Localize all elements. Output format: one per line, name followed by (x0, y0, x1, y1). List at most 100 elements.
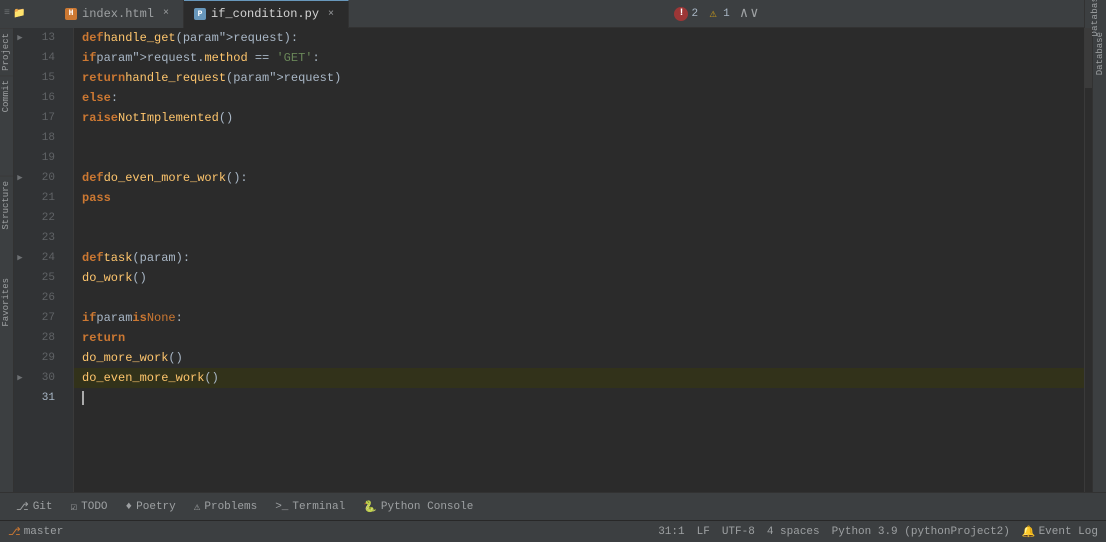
fold-indicator (14, 388, 26, 408)
favorites-tab[interactable]: Favorites (0, 274, 13, 331)
problems-icon: ⚠ (194, 500, 201, 514)
line-ending-status[interactable]: LF (697, 525, 710, 539)
toolbar-tab-python console[interactable]: 🐍Python Console (355, 498, 481, 516)
line-number: 14 (26, 52, 61, 64)
line-number: 25 (26, 272, 61, 284)
gutter-row: 15 (14, 68, 73, 88)
line-number: 30 (26, 372, 61, 384)
fold-indicator (14, 348, 26, 368)
code-line (74, 208, 1084, 228)
code-line: do_more_work() (74, 348, 1084, 368)
code-line: def do_even_more_work(): (74, 168, 1084, 188)
line-number: 28 (26, 332, 61, 344)
interpreter-status[interactable]: Python 3.9 (pythonProject2) (832, 525, 1010, 539)
tab-close-button[interactable]: × (159, 7, 173, 21)
error-icon: ! (674, 7, 688, 21)
indent-status[interactable]: 4 spaces (767, 525, 820, 539)
toolbar-tab-label: Problems (204, 501, 257, 513)
tab-close-button[interactable]: × (324, 7, 338, 21)
cursor-position[interactable]: 31:1 (658, 525, 684, 539)
project-tab[interactable]: Project (0, 28, 13, 75)
warning-count: 1 (723, 8, 730, 20)
code-line (74, 228, 1084, 248)
toolbar-tabs: ⎇Git☑TODO♦Poetry⚠Problems>_Terminal🐍Pyth… (8, 498, 481, 516)
fold-indicator[interactable]: ▶ (14, 28, 26, 48)
error-badge[interactable]: ! 2 (674, 7, 698, 21)
code-area[interactable]: def handle_get(param">request): if param… (74, 28, 1084, 492)
code-line: else: (74, 88, 1084, 108)
toolbar-tab-todo[interactable]: ☑TODO (63, 498, 116, 516)
collapse-icon[interactable]: ≡ (4, 8, 10, 19)
nav-arrows[interactable]: ∧ ∨ (740, 5, 759, 22)
fold-indicator (14, 268, 26, 288)
branch-name: master (24, 526, 64, 538)
line-number: 21 (26, 192, 61, 204)
gutter-row: 26 (14, 288, 73, 308)
commit-tab[interactable]: Commit (0, 75, 13, 116)
fold-indicator (14, 128, 26, 148)
code-lines: def handle_get(param">request): if param… (74, 28, 1084, 408)
line-number: 31 (26, 392, 61, 404)
toolbar-tab-poetry[interactable]: ♦Poetry (118, 498, 184, 516)
up-arrow[interactable]: ∧ (740, 5, 748, 22)
gutter-row: 18 (14, 128, 73, 148)
gutter-row: ▶20 (14, 168, 73, 188)
gutter-row: ▶30 (14, 368, 73, 388)
fold-indicator (14, 228, 26, 248)
toolbar-tab-git[interactable]: ⎇Git (8, 498, 61, 516)
toolbar-tab-terminal[interactable]: >_ Terminal (267, 498, 353, 516)
line-number: 17 (26, 112, 61, 124)
position-text: 31:1 (658, 526, 684, 538)
gutter-row: 16 (14, 88, 73, 108)
terminal-icon: >_ (275, 501, 288, 513)
line-number: 19 (26, 152, 61, 164)
status-right: 31:1 LF UTF-8 4 spaces Python 3.9 (pytho… (658, 525, 1098, 539)
down-arrow[interactable]: ∨ (750, 5, 758, 22)
gutter-row: 25 (14, 268, 73, 288)
toolbar-tab-label: TODO (81, 501, 107, 513)
gutter-row: 23 (14, 228, 73, 248)
database-panel-tab[interactable]: Database (1084, 0, 1106, 28)
minimap[interactable] (1084, 28, 1092, 492)
tab-index.html[interactable]: Hindex.html× (55, 0, 184, 28)
toolbar-tab-problems[interactable]: ⚠Problems (186, 498, 265, 516)
line-number: 26 (26, 292, 61, 304)
warning-badge[interactable]: ⚠ 1 (706, 7, 730, 21)
line-number: 15 (26, 72, 61, 84)
fold-indicator[interactable]: ▶ (14, 168, 26, 188)
branch-status[interactable]: ⎇ master (8, 525, 63, 539)
sidebar-controls: ≡ 📁 (0, 0, 55, 28)
event-log-status[interactable]: 🔔 Event Log (1022, 525, 1098, 539)
fold-indicator[interactable]: ▶ (14, 368, 26, 388)
gutter-row: 22 (14, 208, 73, 228)
code-line: raise NotImplemented() (74, 108, 1084, 128)
fold-indicator[interactable]: ▶ (14, 248, 26, 268)
minimap-thumb (1085, 28, 1092, 88)
error-count: 2 (691, 8, 698, 20)
encoding-status[interactable]: UTF-8 (722, 525, 755, 539)
line-number: 23 (26, 232, 61, 244)
code-line: do_work() (74, 268, 1084, 288)
fold-indicator (14, 288, 26, 308)
folder-icon: 📁 (13, 8, 25, 20)
gutter-row: 31 (14, 388, 73, 408)
bottom-toolbar: ⎇Git☑TODO♦Poetry⚠Problems>_Terminal🐍Pyth… (0, 492, 1106, 520)
line-number: 16 (26, 92, 61, 104)
toolbar-tab-label: Terminal (292, 501, 345, 513)
poetry-icon: ♦ (126, 501, 133, 513)
fold-indicator (14, 308, 26, 328)
text-cursor (82, 391, 84, 405)
fold-indicator (14, 108, 26, 128)
fold-indicator (14, 328, 26, 348)
structure-tab[interactable]: Structure (0, 176, 13, 234)
line-number: 24 (26, 252, 61, 264)
database-side-label[interactable]: Database (1094, 28, 1106, 79)
toolbar-tab-label: Poetry (136, 501, 176, 513)
code-line: if param">request.method == 'GET': (74, 48, 1084, 68)
tab-if_condition.py[interactable]: Pif_condition.py× (184, 0, 349, 28)
line-ending-text: LF (697, 526, 710, 538)
toolbar-tab-label: Python Console (381, 501, 473, 513)
line-number: 27 (26, 312, 61, 324)
line-number: 29 (26, 352, 61, 364)
event-log-text: Event Log (1039, 526, 1098, 538)
